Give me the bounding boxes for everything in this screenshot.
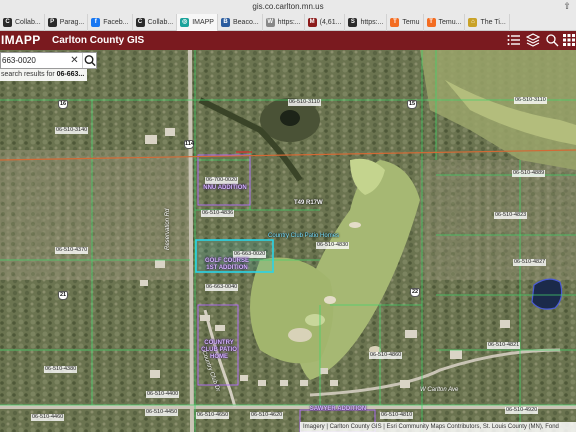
parcel-label: 06-510-4823 [494,212,528,219]
road-label: Reservation Rd [165,208,171,250]
tab-label: https:... [277,19,301,26]
app-header: IMAPP Carlton County GIS [0,31,576,50]
tab-label: The Ti... [480,19,506,26]
browser-tab[interactable]: f Faceb... [88,14,133,31]
temu-icon: T [390,18,400,27]
tab-label: Temu [402,19,420,26]
temu-icon: T [426,18,436,27]
parcel-label: 06-510-4620 [250,412,284,419]
address-bar[interactable]: gis.co.carlton.mn.us [0,0,576,13]
road-label: W Carlton Ave [420,387,459,393]
road-shield: 15 [407,100,417,109]
parcel-label: 06-510-4920 [505,407,539,414]
parcel-label: 06-510-4380 [44,366,78,373]
layers-icon[interactable] [526,33,540,47]
subdivision-label: SAWYER ADDITION [309,406,367,412]
parcel-label: 06-510-4650 [196,412,230,419]
parcel-label: 06-510-4830 [316,242,350,249]
search-results-hint: search results for 06-663... [0,69,87,81]
facebook-icon: f [91,18,101,27]
browser-tab[interactable]: ⌂ The Ti... [465,14,510,31]
parcel-label: 06-700-0020 [205,177,239,184]
s-icon: S [348,18,358,27]
app-name: IMAPP [1,33,41,47]
browser-tab[interactable]: B Beaco... [218,14,263,31]
browser-tab[interactable]: C Collab... [133,14,178,31]
parcel-label: 06-510-4821 [487,342,521,349]
tab-label: Collab... [147,19,174,26]
para-icon: P [47,18,57,27]
tab-label: Beaco... [232,19,259,26]
browser-tab[interactable]: Whttps:... [263,14,305,31]
parcel-label: 06-510-4860 [369,352,403,359]
results-term: 06-663... [56,71,85,78]
tab-label: Collab... [15,19,41,26]
results-prefix: search results for [1,71,57,78]
aerial-imagery [0,50,576,432]
road-shield: 16 [58,100,68,109]
tab-label: Faceb... [103,19,129,26]
parcel-label: 06-510-4836 [201,210,235,217]
parcel-label: 06-510-4460 [31,414,65,421]
list-icon[interactable] [507,33,521,47]
subdivision-label: NNU ADDITION [203,185,247,191]
browser-tab[interactable]: P Parag... [45,14,89,31]
web-icon: W [265,18,275,27]
tab-label: Temu... [438,19,462,26]
subdivision-label: GOLF COURSE 1ST ADDITION [204,258,249,271]
search-box: ✕ [0,52,97,69]
tab-label: (4,61... [319,19,342,26]
parcel-label: 06-510-3140 [55,127,89,134]
parcel-label: 06-663-0020 [233,251,267,258]
parcel-label: 06-510-3110 [288,99,321,106]
road-shield: 22 [410,288,420,297]
map-canvas[interactable]: 06-510-3110 06-510-3110 06-510-3140 06-5… [0,50,576,432]
tab-strip: C Collab... P Parag... f Faceb... C Collab..… [0,14,576,31]
tab-label: Parag... [59,19,85,26]
browser-tab[interactable]: T Temu [387,14,424,31]
share-icon[interactable]: ⇧ [562,1,572,12]
map-attribution: Imagery | Carlton County GIS | Esri Comm… [300,422,576,432]
grid-icon[interactable] [562,33,576,47]
parcel-label: 06-510-4810 [380,412,414,419]
parcel-label: 06-663-0040 [205,284,239,291]
collab-icon: C [135,18,145,27]
parcel-note: Country Club Patio Homes [268,233,340,239]
township-label: T49 R17W [294,200,323,206]
home-icon: ⌂ [468,18,478,27]
search-icon[interactable] [82,53,97,68]
parcel-label: 06-510-4450 [145,409,179,416]
close-icon[interactable]: ✕ [69,54,80,67]
browser-tab[interactable]: Shttps:... [345,14,388,31]
parcel-label: 06-510-4827 [513,259,547,266]
road-shield: 21 [58,291,68,300]
tab-label: https:... [360,19,384,26]
browser-tab[interactable]: C Collab... [0,14,45,31]
parcel-label: 06-510-3110 [514,97,547,104]
browser-tab-active[interactable]: ◎ IMAPP [177,14,218,31]
collab-icon: C [3,18,12,27]
parcel-label: 06-510-4400 [146,391,180,398]
tab-label: IMAPP [192,19,214,26]
parcel-label: 06-510-4889 [512,170,546,177]
page-title: Carlton County GIS [52,35,145,46]
tools-icon[interactable] [545,33,559,47]
search-input[interactable] [1,53,67,68]
browser-chrome: gis.co.carlton.mn.us ⇧ C Collab... P Parag… [0,0,576,31]
beacon-icon: B [220,18,230,27]
road-shield: 114 [184,140,194,149]
browser-tab[interactable]: T Temu... [424,14,466,31]
mail-icon: M [307,18,317,27]
parcel-label: 06-510-4370 [55,247,89,254]
imapp-icon: ◎ [180,18,190,27]
browser-tab[interactable]: M (4,61... [305,14,346,31]
